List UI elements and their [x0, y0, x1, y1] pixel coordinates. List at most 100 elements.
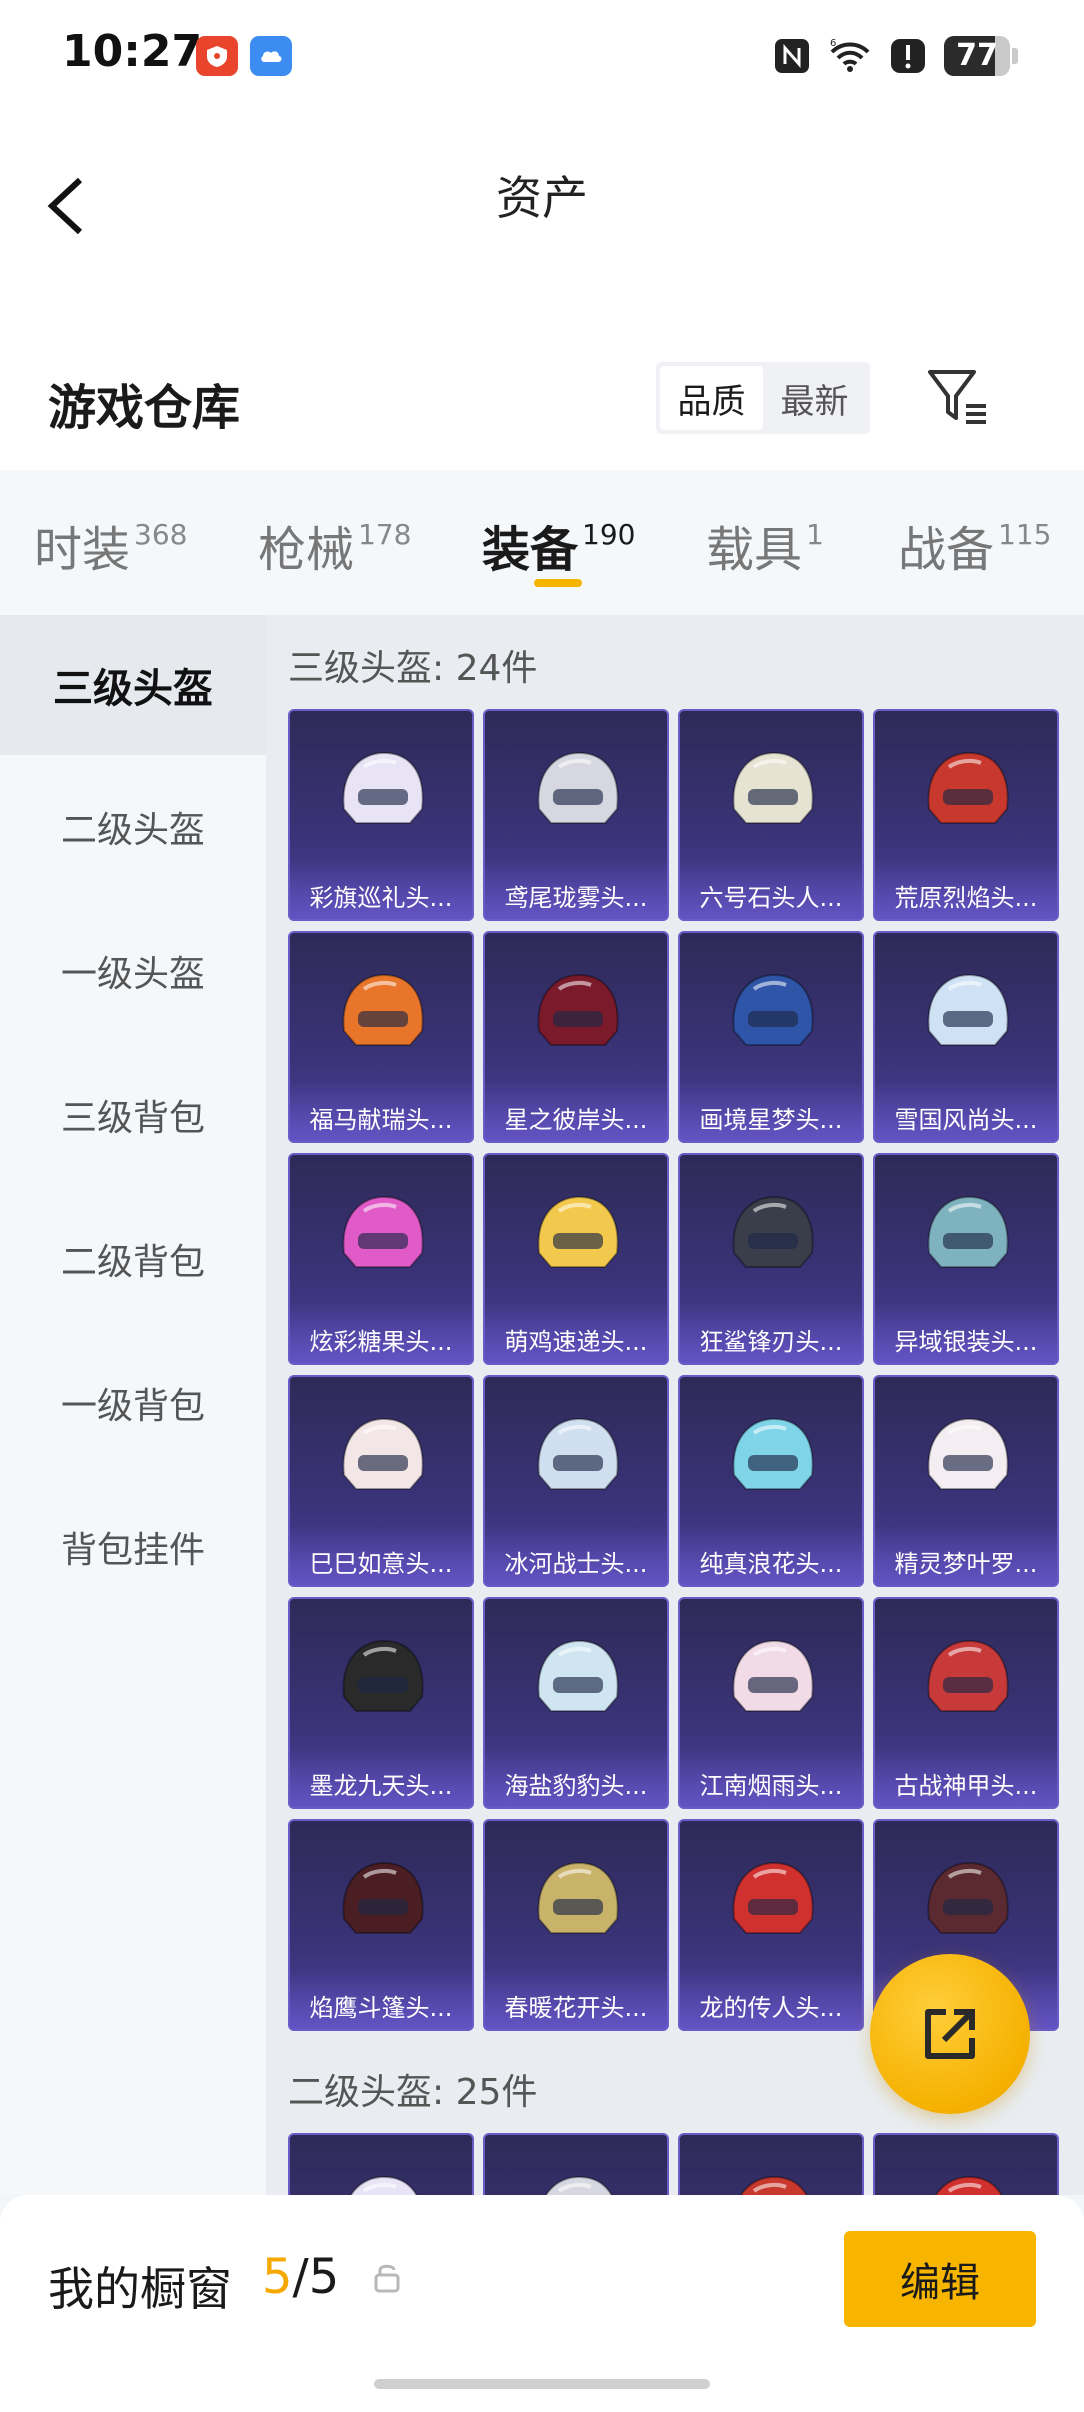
item-card[interactable] — [288, 2133, 474, 2195]
showcase-count: 5/5 — [262, 2249, 339, 2305]
helmet-icon — [732, 1639, 814, 1712]
item-card[interactable]: 墨龙九天头... — [288, 1597, 474, 1809]
group-header: 三级头盔: 24件 — [288, 648, 538, 689]
item-name: 精灵梦叶罗... — [894, 1550, 1038, 1578]
item-card[interactable]: 异域银装头... — [873, 1153, 1059, 1365]
item-card[interactable] — [678, 2133, 864, 2195]
helmet-icon — [927, 751, 1009, 824]
shield-app-icon — [196, 36, 238, 76]
helmet-icon — [342, 973, 424, 1046]
helmet-icon — [537, 1417, 619, 1490]
item-name: 荒原烈焰头... — [894, 884, 1038, 912]
item-name: 纯真浪花头... — [699, 1550, 843, 1578]
item-card[interactable]: 星之彼岸头... — [483, 931, 669, 1143]
item-card[interactable]: 精灵梦叶罗... — [873, 1375, 1059, 1587]
share-icon — [925, 2009, 975, 2059]
active-tab-indicator — [534, 579, 582, 587]
item-card[interactable]: 狂鲨锋刃头... — [678, 1153, 864, 1365]
status-time: 10:27 — [62, 26, 203, 77]
item-name: 六号石头人... — [699, 884, 843, 912]
item-card[interactable]: 焰鹰斗篷头... — [288, 1819, 474, 2031]
subcategory-sidebar: 三级头盔 二级头盔 一级头盔 三级背包 二级背包 一级背包 背包挂件 — [0, 615, 266, 2195]
item-card[interactable]: 古战神甲头... — [873, 1597, 1059, 1809]
item-card[interactable]: 春暖花开头... — [483, 1819, 669, 2031]
item-card[interactable]: 雪国风尚头... — [873, 931, 1059, 1143]
helmet-icon — [342, 1195, 424, 1268]
filter-icon[interactable] — [922, 360, 994, 432]
item-card[interactable]: 冰河战士头... — [483, 1375, 669, 1587]
item-name: 福马献瑞头... — [309, 1106, 453, 1134]
sort-quality-button[interactable]: 品质 — [660, 366, 763, 430]
alert-icon — [891, 39, 925, 73]
showcase-bar: 我的橱窗 5/5 编辑 — [0, 2195, 1084, 2412]
item-card[interactable]: 萌鸡速递头... — [483, 1153, 669, 1365]
item-name: 巳巳如意头... — [309, 1550, 453, 1578]
wifi-icon: 6 — [830, 38, 870, 72]
group-header: 二级头盔: 25件 — [288, 2072, 538, 2113]
item-card[interactable]: 龙的传人头... — [678, 1819, 864, 2031]
item-card[interactable]: 纯真浪花头... — [678, 1375, 864, 1587]
helmet-icon — [342, 751, 424, 824]
sidebar-item-level2-backpack[interactable]: 二级背包 — [0, 1189, 266, 1329]
sort-newest-button[interactable]: 最新 — [763, 366, 866, 430]
item-card[interactable]: 炫彩糖果头... — [288, 1153, 474, 1365]
helmet-icon — [927, 973, 1009, 1046]
item-card[interactable]: 江南烟雨头... — [678, 1597, 864, 1809]
tab-weapons[interactable]: 枪械 178 — [258, 510, 411, 580]
edit-button[interactable]: 编辑 — [844, 2231, 1036, 2327]
sidebar-item-backpack-charm[interactable]: 背包挂件 — [0, 1477, 266, 1617]
item-name: 画境星梦头... — [699, 1106, 843, 1134]
item-name: 海盐豹豹头... — [504, 1772, 648, 1800]
tab-vehicles[interactable]: 载具 1 — [706, 510, 824, 580]
item-name: 龙的传人头... — [699, 1994, 843, 2022]
nav-bar: 资产 — [0, 110, 1084, 330]
helmet-icon — [732, 973, 814, 1046]
showcase-total: /5 — [292, 2249, 340, 2305]
item-grid: 彩旗巡礼头... 鸢尾珑雾头... 六号石头人... 荒原烈焰头... 福马献瑞头...… — [288, 709, 1072, 2031]
helmet-icon — [342, 1639, 424, 1712]
helmet-icon — [342, 1417, 424, 1490]
share-button[interactable] — [870, 1954, 1030, 2114]
item-name: 雪国风尚头... — [894, 1106, 1038, 1134]
tab-count: 368 — [134, 518, 188, 551]
sidebar-item-level1-backpack[interactable]: 一级背包 — [0, 1333, 266, 1473]
battery-indicator: 77 — [944, 36, 1018, 76]
tab-gear[interactable]: 战备 115 — [898, 510, 1051, 580]
item-card[interactable] — [873, 2133, 1059, 2195]
tab-fashion[interactable]: 时装 368 — [34, 510, 187, 580]
tab-equipment[interactable]: 装备 190 — [482, 510, 635, 580]
item-card[interactable]: 福马献瑞头... — [288, 931, 474, 1143]
cloud-app-icon — [250, 36, 292, 76]
helmet-icon — [935, 2175, 1003, 2195]
sidebar-item-level1-helmet[interactable]: 一级头盔 — [0, 901, 266, 1041]
item-card[interactable]: 彩旗巡礼头... — [288, 709, 474, 921]
helmet-icon — [740, 2175, 808, 2195]
item-card[interactable]: 海盐豹豹头... — [483, 1597, 669, 1809]
tab-label: 载具 — [706, 522, 803, 578]
helmet-icon — [927, 1195, 1009, 1268]
home-indicator — [374, 2379, 710, 2389]
item-name: 异域银装头... — [894, 1328, 1038, 1356]
item-card[interactable]: 画境星梦头... — [678, 931, 864, 1143]
item-card[interactable] — [483, 2133, 669, 2195]
helmet-icon — [350, 2175, 418, 2195]
helmet-icon — [927, 1417, 1009, 1490]
item-name: 彩旗巡礼头... — [309, 884, 453, 912]
item-card[interactable]: 巳巳如意头... — [288, 1375, 474, 1587]
sort-toggle: 品质 最新 — [656, 362, 870, 434]
item-name: 狂鲨锋刃头... — [699, 1328, 843, 1356]
helmet-icon — [545, 2175, 613, 2195]
item-card[interactable]: 鸢尾珑雾头... — [483, 709, 669, 921]
tab-count: 1 — [806, 518, 824, 551]
item-card[interactable]: 荒原烈焰头... — [873, 709, 1059, 921]
item-name: 春暖花开头... — [504, 1994, 648, 2022]
sidebar-item-level2-helmet[interactable]: 二级头盔 — [0, 757, 266, 897]
helmet-icon — [342, 1861, 424, 1934]
helmet-icon — [537, 1861, 619, 1934]
item-card[interactable]: 六号石头人... — [678, 709, 864, 921]
sidebar-item-level3-backpack[interactable]: 三级背包 — [0, 1045, 266, 1185]
showcase-current: 5 — [262, 2249, 293, 2305]
item-name: 焰鹰斗篷头... — [309, 1994, 453, 2022]
sidebar-item-level3-helmet[interactable]: 三级头盔 — [0, 615, 266, 755]
item-name: 江南烟雨头... — [699, 1772, 843, 1800]
